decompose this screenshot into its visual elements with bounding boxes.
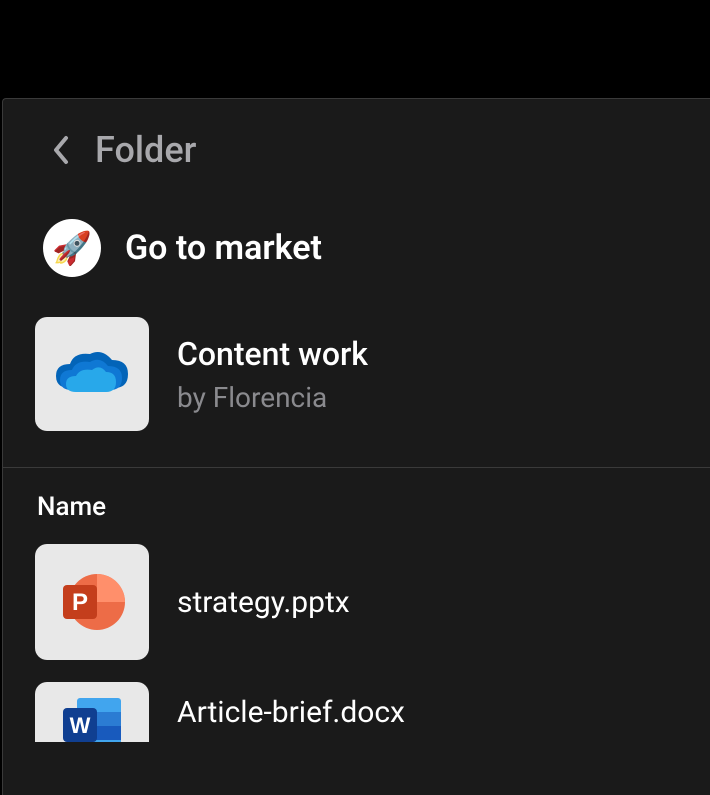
folder-name: Content work: [177, 335, 368, 373]
current-folder[interactable]: Content work by Florencia: [3, 277, 710, 468]
chevron-left-icon: [52, 135, 70, 165]
file-list: P strategy.pptx W Article-brief.docx: [3, 544, 710, 742]
rocket-icon: 🚀: [43, 219, 101, 277]
folder-byline: by Florencia: [177, 381, 368, 414]
breadcrumb[interactable]: 🚀 Go to market: [3, 171, 710, 277]
list-item[interactable]: W Article-brief.docx: [35, 682, 678, 742]
svg-text:W: W: [70, 713, 91, 738]
folder-info: Content work by Florencia: [177, 335, 368, 414]
file-name: strategy.pptx: [177, 585, 350, 620]
file-name: Article-brief.docx: [177, 695, 405, 730]
panel-header: Folder: [3, 99, 710, 171]
back-button[interactable]: [47, 136, 75, 164]
onedrive-icon: [35, 317, 149, 431]
word-icon: W: [35, 682, 149, 742]
breadcrumb-label: Go to market: [125, 228, 322, 268]
list-item[interactable]: P strategy.pptx: [35, 544, 678, 660]
folder-panel: Folder 🚀 Go to market Content work by Fl…: [2, 98, 710, 795]
column-header-name[interactable]: Name: [3, 468, 710, 544]
page-title: Folder: [95, 129, 196, 171]
svg-text:P: P: [72, 589, 88, 616]
powerpoint-icon: P: [35, 544, 149, 660]
